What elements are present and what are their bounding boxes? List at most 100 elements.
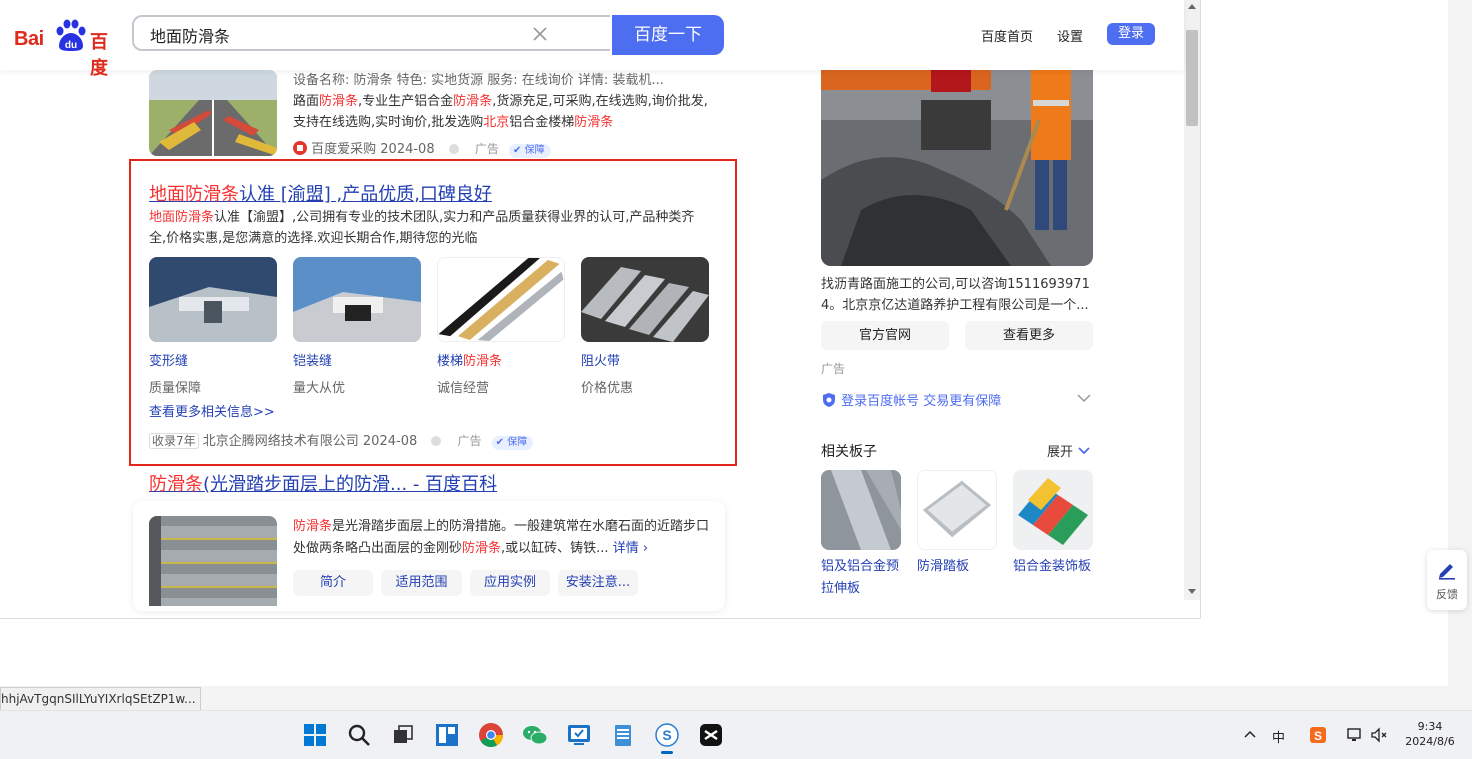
ad-source-row: 收录7年 北京企腾网络技术有限公司 2024-08 广告 ✔ 保障: [149, 430, 534, 450]
bottom-blank-area: [0, 619, 1448, 686]
related-image[interactable]: [1013, 470, 1093, 550]
result1-source-row: 百度爱采购 2024-08 广告 ✔ 保障: [293, 138, 551, 158]
result1-line3: 支持在线选购,实时询价,批发选购北京铝合金楼梯防滑条: [293, 115, 614, 130]
product-name[interactable]: 楼梯防滑条: [437, 350, 565, 369]
logo-text-bai: Bai: [14, 28, 44, 50]
right-blank-area: [1201, 0, 1448, 686]
chevron-down-icon[interactable]: [1076, 392, 1092, 404]
active-app-indicator: [661, 751, 673, 754]
clear-search-icon[interactable]: [530, 24, 550, 44]
guarantee-badge[interactable]: ✔ 保障: [491, 436, 534, 450]
logo-text-baidu: 百度: [90, 32, 108, 79]
wechat-icon[interactable]: [521, 721, 549, 749]
baidu-home-link[interactable]: 百度首页: [981, 26, 1033, 45]
result1-line2: 路面防滑条,专业生产铝合金防滑条,货源充足,可采购,在线选购,询价批发,: [293, 94, 708, 109]
taskbar: S 中 S 9:34 2024/8/6: [0, 710, 1472, 759]
notepad-icon[interactable]: [609, 721, 637, 749]
baike-chip[interactable]: 应用实例: [470, 570, 550, 596]
related-item[interactable]: 铝合金装饰板: [1013, 470, 1093, 578]
related-item[interactable]: 铝及铝合金预拉伸板: [821, 470, 901, 600]
widgets-icon[interactable]: [433, 721, 461, 749]
baidu-paw-icon: du: [56, 19, 86, 51]
svg-text:S: S: [662, 727, 671, 743]
guarantee-badge[interactable]: ✔ 保障: [509, 144, 551, 158]
chevron-up-icon[interactable]: [1243, 729, 1257, 739]
aicaigou-icon: [293, 141, 307, 155]
product-name[interactable]: 阻火带: [581, 350, 709, 369]
baike-image[interactable]: [149, 516, 277, 606]
see-more-button[interactable]: 查看更多: [965, 321, 1093, 350]
search-icon[interactable]: [345, 721, 373, 749]
result1-source[interactable]: 百度爱采购 2024-08: [311, 142, 434, 157]
capcut-icon[interactable]: [697, 721, 725, 749]
related-image[interactable]: [917, 470, 997, 550]
related-name[interactable]: 铝及铝合金预拉伸板: [821, 556, 901, 600]
result1-snippet: 设备名称: 防滑条 特色: 实地货源 服务: 在线询价 详情: 装载机... 路…: [293, 70, 713, 133]
expand-toggle[interactable]: 展开: [1047, 441, 1091, 460]
product-image[interactable]: [581, 257, 709, 342]
result1-meta: 设备名称: 防滑条 特色: 实地货源 服务: 在线询价 详情: 装载机...: [293, 73, 664, 88]
product-card[interactable]: 变形缝 质量保障: [149, 257, 277, 396]
svg-text:du: du: [65, 40, 77, 51]
ad-result-title[interactable]: 地面防滑条认准 [渝盟] ,产品优质,口碑良好: [149, 180, 492, 206]
scroll-down-arrow-icon[interactable]: [1188, 589, 1196, 594]
feedback-label: 反馈: [1436, 588, 1458, 601]
network-icon[interactable]: [1346, 726, 1364, 744]
product-card[interactable]: 铠装缝 量大从优: [293, 257, 421, 396]
product-image[interactable]: [437, 257, 565, 342]
ad-source[interactable]: 北京企腾网络技术有限公司 2024-08: [203, 434, 417, 449]
product-image[interactable]: [293, 257, 421, 342]
login-button[interactable]: 登录: [1107, 23, 1155, 45]
login-tip[interactable]: 登录百度帐号 交易更有保障: [821, 390, 1001, 409]
page-scrollbar[interactable]: [1184, 0, 1200, 600]
settings-link[interactable]: 设置: [1057, 26, 1083, 45]
chrome-icon[interactable]: [477, 721, 505, 749]
related-name[interactable]: 防滑踏板: [917, 556, 997, 578]
browser-viewport: Bai du 百度 百度一下 百度首页 设置 登录: [0, 0, 1201, 619]
product-sub: 价格优惠: [581, 381, 634, 396]
chevron-down-icon: [1078, 447, 1090, 455]
baike-detail-link[interactable]: 详情 ›: [613, 541, 648, 556]
product-card[interactable]: 阻火带 价格优惠: [581, 257, 709, 396]
task-view-icon[interactable]: [389, 721, 417, 749]
clock-date: 2024/8/6: [1405, 735, 1455, 748]
right-ad-image[interactable]: [821, 60, 1093, 266]
svg-text:S: S: [1314, 729, 1322, 743]
more-info-link[interactable]: 查看更多相关信息>>: [149, 401, 275, 420]
ime-indicator[interactable]: 中: [1272, 727, 1285, 746]
status-url: hhjAvTgqnSIlLYuYIXrlqSEtZP1w...: [0, 687, 201, 711]
scroll-thumb[interactable]: [1186, 30, 1198, 126]
product-sub: 量大从优: [293, 381, 346, 396]
years-tag: 收录7年: [149, 433, 199, 449]
search-button[interactable]: 百度一下: [612, 15, 724, 55]
product-image[interactable]: [149, 257, 277, 342]
feedback-button[interactable]: 反馈: [1427, 550, 1467, 610]
product-card[interactable]: 楼梯防滑条 诚信经营: [437, 257, 565, 396]
related-title: 相关板子: [821, 444, 877, 460]
sogou-ime-icon[interactable]: S: [1308, 725, 1328, 745]
clock-time: 9:34: [1417, 720, 1443, 733]
search-input[interactable]: [148, 24, 532, 45]
related-image[interactable]: [821, 470, 901, 550]
product-name[interactable]: 铠装缝: [293, 350, 421, 369]
baidu-logo[interactable]: Bai du 百度: [14, 19, 118, 79]
product-name[interactable]: 变形缝: [149, 350, 277, 369]
right-ad-desc: 找沥青路面施工的公司,可以咨询15116939714。北京京亿达道路养护工程有限…: [821, 277, 1090, 313]
windows-start-icon[interactable]: [301, 721, 329, 749]
official-site-button[interactable]: 官方官网: [821, 321, 949, 350]
baike-chip[interactable]: 安装注意...: [558, 570, 638, 596]
related-item[interactable]: 防滑踏板: [917, 470, 997, 578]
baike-chip[interactable]: 简介: [293, 570, 373, 596]
search-header: Bai du 百度 百度一下 百度首页 设置 登录: [0, 0, 1184, 79]
remote-app-icon[interactable]: [565, 721, 593, 749]
scroll-up-arrow-icon[interactable]: [1188, 4, 1196, 9]
system-clock[interactable]: 9:34 2024/8/6: [1398, 719, 1462, 749]
right-ad-label: 广告: [821, 362, 846, 376]
baike-result-title[interactable]: 防滑条(光滑踏步面层上的防滑... - 百度百科: [149, 470, 497, 496]
sogou-browser-icon[interactable]: S: [653, 721, 681, 749]
baike-chip[interactable]: 适用范围: [381, 570, 462, 596]
result-thumbnail-road[interactable]: [149, 70, 277, 156]
volume-muted-icon[interactable]: [1370, 726, 1388, 744]
related-name[interactable]: 铝合金装饰板: [1013, 556, 1093, 578]
info-dot-icon: [431, 436, 442, 446]
